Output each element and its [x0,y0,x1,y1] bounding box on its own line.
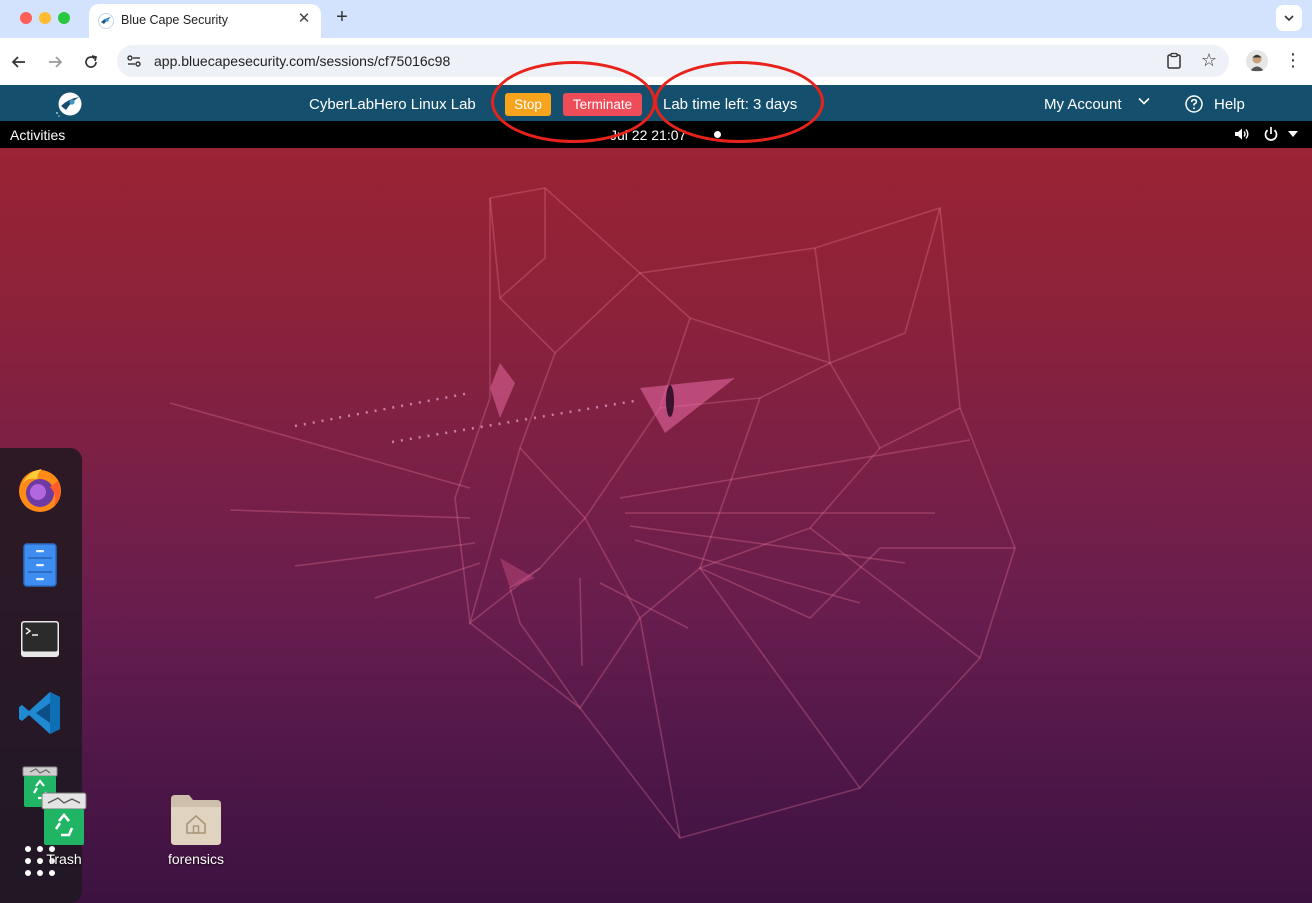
zoom-window-button[interactable] [58,12,70,24]
avatar-icon [1246,50,1268,72]
address-bar[interactable]: app.bluecapesecurity.com/sessions/cf7501… [117,45,1229,77]
activities-button[interactable]: Activities [10,127,65,143]
files-icon [23,543,57,587]
site-info-icon[interactable] [126,53,142,69]
desktop-icon-label: forensics [167,851,225,867]
close-window-button[interactable] [20,12,32,24]
reload-button[interactable] [79,50,103,74]
help-circle-icon[interactable] [1185,95,1203,113]
browser-menu-icon[interactable]: ⋮ [1284,49,1302,73]
blue-cape-logo-icon[interactable] [54,91,84,117]
firefox-icon [19,469,61,512]
dock-firefox[interactable] [14,465,66,517]
focal-fossa-wallpaper [169,187,1016,839]
arrow-right-icon [49,56,63,68]
desktop: Trash forensics [0,148,1312,903]
desktop-icon-label: Trash [46,851,82,867]
bookmark-star-icon[interactable]: ☆ [1201,50,1217,71]
desktop-icon-trash[interactable]: Trash [19,791,109,867]
url-text[interactable]: app.bluecapesecurity.com/sessions/cf7501… [154,53,450,69]
profile-avatar[interactable] [1246,50,1268,72]
dock-vscode[interactable] [14,687,66,739]
gnome-top-bar: Activities Jul 22 21:07 [0,121,1312,148]
annotation-circle-buttons [491,61,656,143]
chevron-down-icon[interactable] [1137,94,1151,108]
back-button[interactable] [7,50,31,74]
arrow-left-icon [11,56,25,68]
lab-title: CyberLabHero Linux Lab [309,96,476,113]
desktop-icon-forensics[interactable]: forensics [151,793,241,867]
dock-terminal[interactable] [14,613,66,665]
tab-title: Blue Cape Security [121,13,229,27]
clipboard-icon[interactable] [1165,52,1183,70]
browser-tab[interactable]: Blue Cape Security ✕ [89,4,321,38]
tab-search-button[interactable] [1276,5,1302,31]
blue-cape-favicon-icon [98,13,114,29]
browser-tab-strip: Blue Cape Security ✕ + [0,0,1312,38]
help-link[interactable]: Help [1214,96,1245,113]
home-folder-icon [171,795,221,845]
power-icon[interactable] [1263,126,1279,142]
reload-icon [85,55,98,68]
my-account-menu[interactable]: My Account [1044,96,1122,113]
volume-icon[interactable] [1234,126,1250,142]
annotation-circle-time-left [654,61,824,143]
close-tab-icon[interactable]: ✕ [295,10,313,28]
terminal-icon [21,621,59,657]
chevron-down-icon [1284,15,1294,22]
browser-toolbar: app.bluecapesecurity.com/sessions/cf7501… [0,38,1312,85]
new-tab-button[interactable]: + [331,6,353,28]
vscode-icon [19,692,60,734]
trash-icon [41,792,87,845]
minimize-window-button[interactable] [39,12,51,24]
dock-files[interactable] [14,539,66,591]
forward-button[interactable] [43,50,67,74]
system-menu-arrow-icon[interactable] [1288,130,1298,138]
